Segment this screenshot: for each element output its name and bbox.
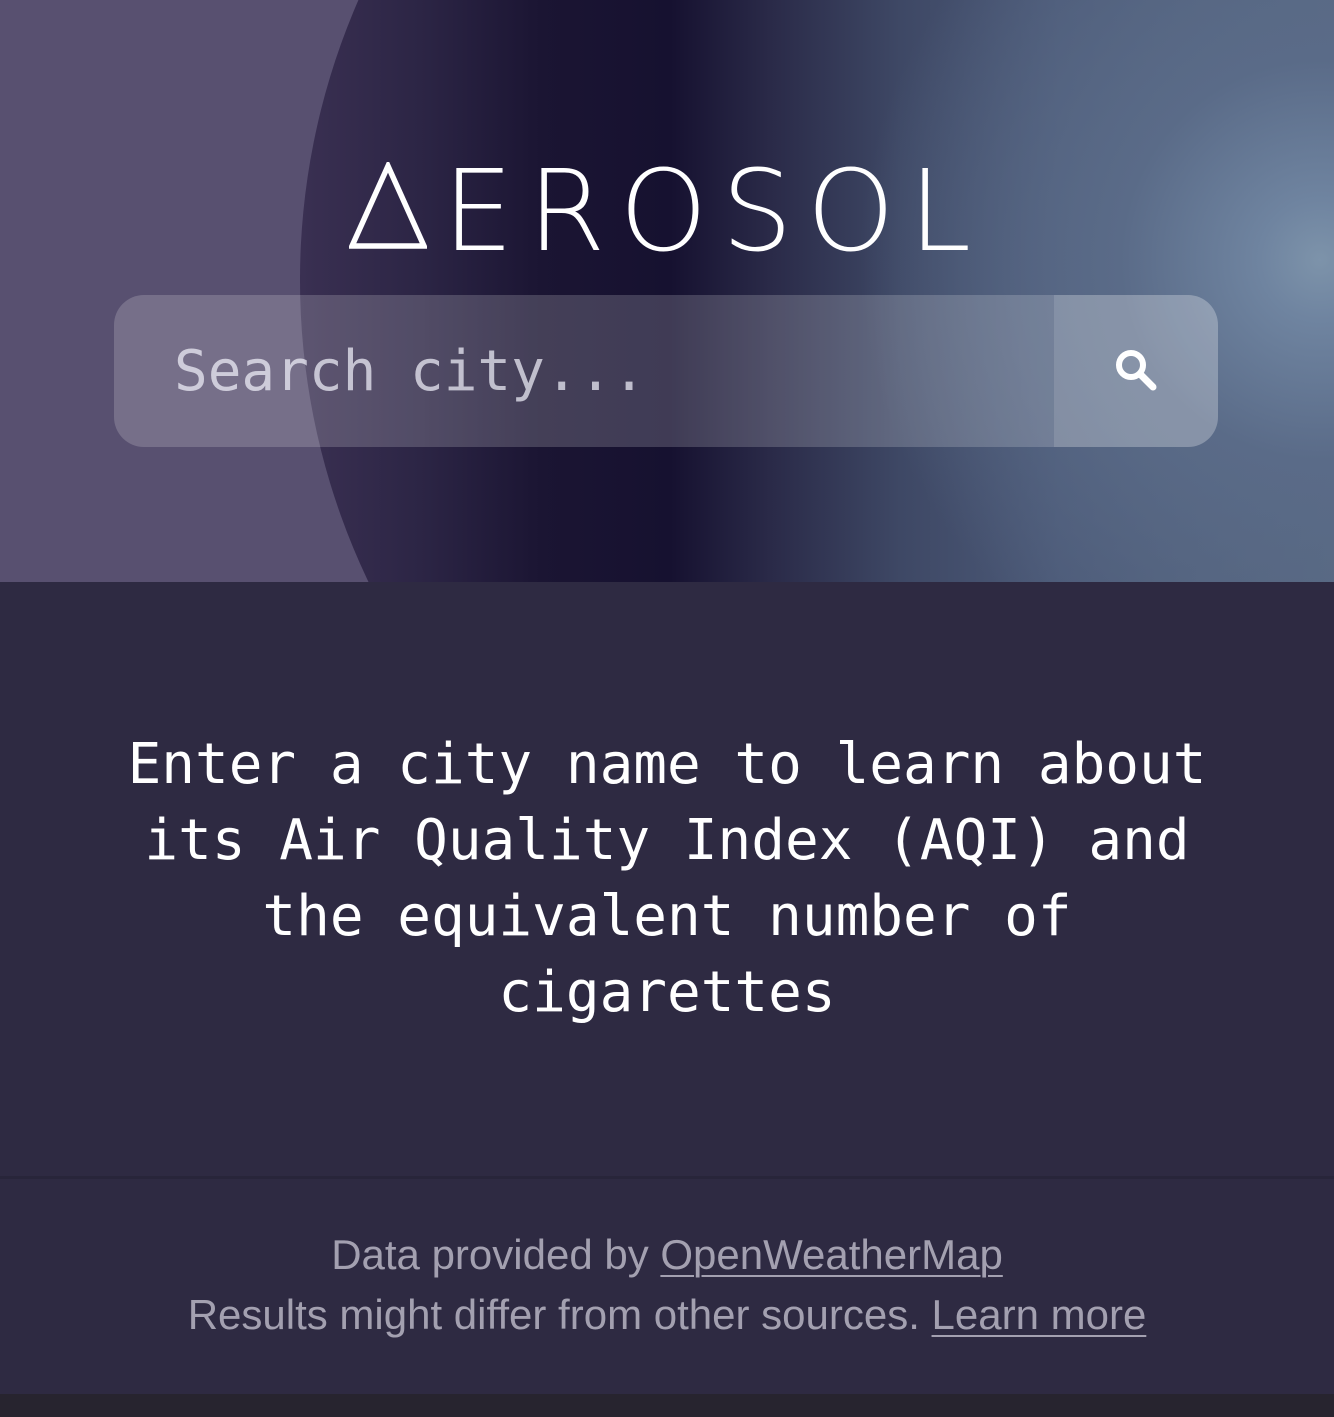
hero-gradient-orb [300, 0, 1334, 582]
bottom-strip [0, 1394, 1334, 1417]
hero-header: EROSOL [0, 0, 1334, 582]
footer: Data provided by OpenWeatherMap Results … [0, 1179, 1334, 1394]
logo-text: EROSOL [442, 147, 986, 278]
learn-more-link[interactable]: Learn more [932, 1291, 1147, 1338]
delta-triangle-icon [348, 162, 427, 250]
disclaimer: Results might differ from other sources.… [0, 1291, 1334, 1339]
search-icon [1112, 346, 1160, 397]
data-attribution: Data provided by OpenWeatherMap [0, 1231, 1334, 1279]
main-content: Enter a city name to learn about its Air… [0, 582, 1334, 1176]
intro-text: Enter a city name to learn about its Air… [127, 732, 1207, 1025]
data-attribution-text: Data provided by [331, 1231, 661, 1278]
search-bar [114, 295, 1218, 447]
search-input[interactable] [114, 295, 1054, 447]
disclaimer-text: Results might differ from other sources. [187, 1291, 932, 1338]
search-button[interactable] [1054, 295, 1218, 447]
openweathermap-link[interactable]: OpenWeatherMap [660, 1231, 1002, 1278]
app-logo: EROSOL [0, 153, 1334, 271]
